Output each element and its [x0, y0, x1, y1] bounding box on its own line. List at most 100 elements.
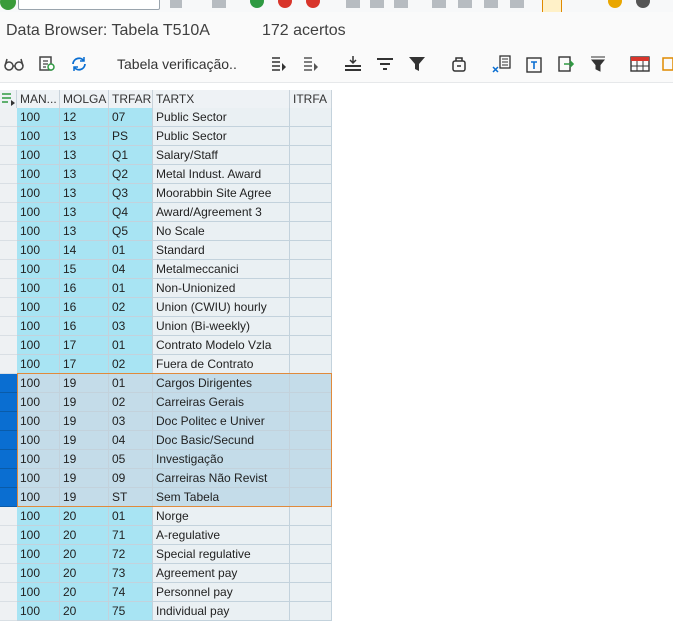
back-icon[interactable] [250, 0, 264, 8]
cell-trfar[interactable]: 09 [109, 469, 153, 488]
glasses-icon[interactable] [4, 54, 24, 74]
cell-mandt[interactable]: 100 [17, 412, 60, 431]
more-options-icon[interactable] [660, 54, 673, 74]
row-selector[interactable] [0, 279, 17, 298]
cell-molga[interactable]: 19 [60, 469, 109, 488]
sort-ascending-icon[interactable] [268, 54, 288, 74]
cell-molga[interactable]: 19 [60, 374, 109, 393]
cell-trfar[interactable]: 03 [109, 317, 153, 336]
cell-tartx[interactable]: Salary/Staff [153, 146, 290, 165]
cell-molga[interactable]: 14 [60, 241, 109, 260]
cell-mandt[interactable]: 100 [17, 127, 60, 146]
cell-mandt[interactable]: 100 [17, 602, 60, 621]
double-chevron-icon[interactable] [170, 0, 182, 8]
cell-itrfa[interactable] [290, 108, 332, 127]
cell-itrfa[interactable] [290, 431, 332, 450]
cell-itrfa[interactable] [290, 241, 332, 260]
row-selector[interactable] [0, 165, 17, 184]
row-selector[interactable] [0, 507, 17, 526]
cell-molga[interactable]: 19 [60, 488, 109, 507]
command-field[interactable] [18, 0, 160, 10]
cell-trfar[interactable]: 04 [109, 431, 153, 450]
cell-mandt[interactable]: 100 [17, 564, 60, 583]
favorites-icon[interactable] [542, 0, 562, 12]
cell-mandt[interactable]: 100 [17, 545, 60, 564]
cell-trfar[interactable]: 02 [109, 298, 153, 317]
row-selector[interactable] [0, 317, 17, 336]
cell-itrfa[interactable] [290, 184, 332, 203]
cell-itrfa[interactable] [290, 355, 332, 374]
filter-lines-icon[interactable] [375, 54, 395, 74]
cell-molga[interactable]: 16 [60, 298, 109, 317]
cell-mandt[interactable]: 100 [17, 355, 60, 374]
cell-mandt[interactable]: 100 [17, 336, 60, 355]
cell-trfar[interactable]: Q3 [109, 184, 153, 203]
cell-molga[interactable]: 16 [60, 317, 109, 336]
help-icon[interactable] [608, 0, 622, 8]
row-selector[interactable] [0, 526, 17, 545]
print-preview-icon[interactable] [588, 54, 608, 74]
cell-molga[interactable]: 20 [60, 564, 109, 583]
cell-mandt[interactable]: 100 [17, 469, 60, 488]
next-page-icon[interactable] [484, 0, 498, 8]
row-selector[interactable] [0, 393, 17, 412]
column-header-mandt[interactable]: MAN... [17, 90, 60, 108]
cell-itrfa[interactable] [290, 488, 332, 507]
detail-view-icon[interactable] [37, 54, 57, 74]
cell-trfar[interactable]: 02 [109, 393, 153, 412]
save-icon[interactable] [212, 0, 226, 8]
cell-itrfa[interactable] [290, 450, 332, 469]
cell-molga[interactable]: 15 [60, 260, 109, 279]
cell-mandt[interactable]: 100 [17, 526, 60, 545]
row-selector[interactable] [0, 146, 17, 165]
row-selector[interactable] [0, 602, 17, 621]
row-selector[interactable] [0, 336, 17, 355]
cell-molga[interactable]: 20 [60, 545, 109, 564]
cell-tartx[interactable]: Fuera de Contrato [153, 355, 290, 374]
cell-itrfa[interactable] [290, 317, 332, 336]
cell-itrfa[interactable] [290, 583, 332, 602]
cell-trfar[interactable]: 01 [109, 336, 153, 355]
cell-mandt[interactable]: 100 [17, 374, 60, 393]
sort-descending-icon[interactable] [300, 54, 320, 74]
first-page-icon[interactable] [432, 0, 446, 8]
row-selector[interactable] [0, 260, 17, 279]
cell-tartx[interactable]: Investigação [153, 450, 290, 469]
column-header-trfar[interactable]: TRFAR [109, 90, 153, 108]
cell-molga[interactable]: 16 [60, 279, 109, 298]
row-selector[interactable] [0, 298, 17, 317]
cell-molga[interactable]: 20 [60, 526, 109, 545]
cell-itrfa[interactable] [290, 279, 332, 298]
cell-trfar[interactable]: PS [109, 127, 153, 146]
cell-molga[interactable]: 19 [60, 412, 109, 431]
column-header-molga[interactable]: MOLGA [60, 90, 109, 108]
cell-mandt[interactable]: 100 [17, 393, 60, 412]
cell-trfar[interactable]: 01 [109, 507, 153, 526]
cell-tartx[interactable]: Special regulative [153, 545, 290, 564]
cell-trfar[interactable]: Q4 [109, 203, 153, 222]
cell-molga[interactable]: 20 [60, 583, 109, 602]
filter-icon[interactable] [407, 54, 427, 74]
cell-mandt[interactable]: 100 [17, 146, 60, 165]
row-selector[interactable] [0, 469, 17, 488]
cell-trfar[interactable]: 74 [109, 583, 153, 602]
cell-tartx[interactable]: Metalmeccanici [153, 260, 290, 279]
cell-tartx[interactable]: No Scale [153, 222, 290, 241]
cell-itrfa[interactable] [290, 260, 332, 279]
row-selector[interactable] [0, 127, 17, 146]
settings-gear-icon[interactable] [636, 0, 650, 8]
cell-mandt[interactable]: 100 [17, 431, 60, 450]
cell-itrfa[interactable] [290, 507, 332, 526]
cell-tartx[interactable]: Union (CWIU) hourly [153, 298, 290, 317]
cell-molga[interactable]: 20 [60, 602, 109, 621]
cell-trfar[interactable]: 75 [109, 602, 153, 621]
row-selector[interactable] [0, 450, 17, 469]
cell-mandt[interactable]: 100 [17, 108, 60, 127]
cell-tartx[interactable]: Personnel pay [153, 583, 290, 602]
cell-itrfa[interactable] [290, 222, 332, 241]
cell-trfar[interactable]: 01 [109, 279, 153, 298]
cell-molga[interactable]: 13 [60, 146, 109, 165]
cell-tartx[interactable]: Public Sector [153, 108, 290, 127]
column-header-itrfa[interactable]: ITRFA [290, 90, 332, 108]
cell-tartx[interactable]: Cargos Dirigentes [153, 374, 290, 393]
